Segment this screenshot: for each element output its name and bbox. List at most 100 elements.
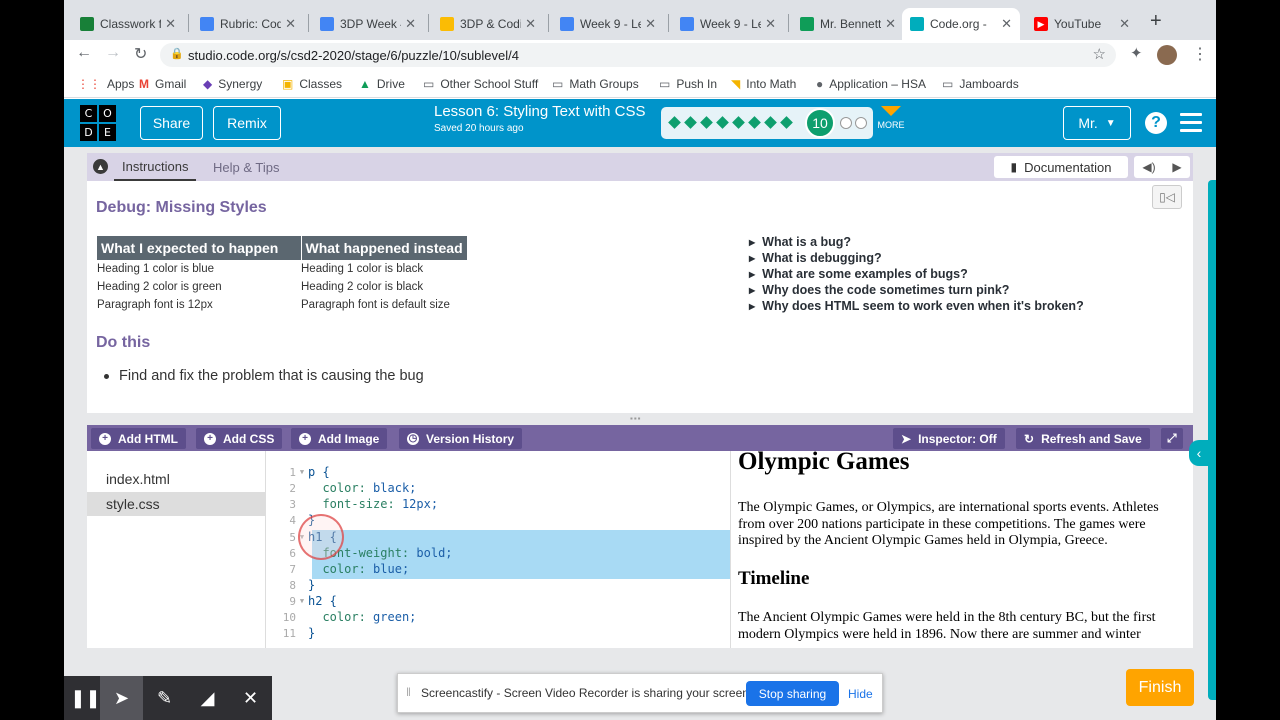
- reload-icon[interactable]: ↻: [134, 44, 147, 64]
- tab-divider: [548, 14, 549, 32]
- drag-handle-icon[interactable]: ‖: [406, 685, 411, 699]
- close-tab-icon[interactable]: ✕: [645, 16, 656, 32]
- bookmark-star-icon[interactable]: ☆: [1093, 45, 1106, 63]
- globe-icon: ●: [816, 77, 824, 91]
- close-icon[interactable]: ✕: [229, 676, 272, 720]
- browser-tab-mr-bennett[interactable]: Mr. Bennett ✕: [792, 8, 904, 40]
- resize-grip[interactable]: ▪▪▪: [630, 414, 646, 423]
- disclosure-what-is-bug[interactable]: ▶ What is a bug?: [749, 235, 851, 249]
- table-header: What I expected to happen: [97, 236, 302, 260]
- docs-icon: [320, 17, 334, 31]
- forward-icon[interactable]: →: [105, 44, 121, 62]
- disclosure-code-turns-pink[interactable]: ▶ Why does the code sometimes turn pink?: [749, 283, 1009, 297]
- browser-tab-week9-b[interactable]: Week 9 - Le ✕: [672, 8, 784, 40]
- code-line[interactable]: 6 font-weight: bold;: [266, 545, 452, 561]
- tab-help-tips[interactable]: Help & Tips: [213, 153, 279, 181]
- remix-button[interactable]: Remix: [213, 106, 281, 140]
- disclosure-examples-of-bugs[interactable]: ▶ What are some examples of bugs?: [749, 267, 968, 281]
- sidebar-edge: [1208, 180, 1216, 700]
- code-line[interactable]: 2 color: black;: [266, 480, 416, 496]
- close-tab-icon[interactable]: ✕: [1001, 16, 1012, 32]
- sidebar-toggle-icon[interactable]: ‹: [1189, 440, 1209, 466]
- version-history-button[interactable]: ◷ Version History: [399, 428, 523, 449]
- bookmark-apps[interactable]: ⋮⋮ Apps: [77, 77, 134, 91]
- browser-tab-youtube[interactable]: ▶ YouTube ✕: [1026, 8, 1138, 40]
- add-html-button[interactable]: + Add HTML: [91, 428, 186, 449]
- share-button[interactable]: Share: [140, 106, 203, 140]
- disclosure-html-works-broken[interactable]: ▶ Why does HTML seem to work even when it…: [749, 299, 1084, 313]
- new-tab-icon[interactable]: +: [1150, 10, 1162, 33]
- close-tab-icon[interactable]: ✕: [165, 16, 176, 32]
- browser-tab-rubric[interactable]: Rubric: Cod ✕: [192, 8, 304, 40]
- browser-tab-codeorg[interactable]: Code.org - ✕: [902, 8, 1020, 40]
- extensions-icon[interactable]: ✦: [1130, 44, 1143, 62]
- code-line[interactable]: 1 ▼ p {: [266, 464, 329, 480]
- bookmark-into-math[interactable]: ◥ Into Math: [731, 77, 796, 91]
- pen-icon[interactable]: ✎: [143, 676, 186, 720]
- browser-tab-week9-a[interactable]: Week 9 - Le ✕: [552, 8, 664, 40]
- address-bar[interactable]: 🔒 studio.code.org/s/csd2-2020/stage/6/puz…: [160, 43, 1116, 67]
- more-levels-button[interactable]: MORE: [876, 106, 906, 130]
- tab-instructions[interactable]: Instructions: [114, 153, 197, 181]
- browser-tab-3dp-week[interactable]: 3DP Week 4 ✕: [312, 8, 424, 40]
- close-tab-icon[interactable]: ✕: [405, 16, 416, 32]
- bookmark-jamboards[interactable]: ▭ Jamboards: [942, 77, 1019, 91]
- fold-icon[interactable]: ▼: [296, 468, 308, 476]
- level-bubble[interactable]: [855, 117, 867, 129]
- user-menu-button[interactable]: Mr. ▼: [1063, 106, 1131, 140]
- fold-icon[interactable]: ▼: [296, 597, 308, 605]
- expand-icon[interactable]: ⤢: [1161, 428, 1183, 449]
- chevron-down-icon: [881, 106, 901, 116]
- stop-sharing-button[interactable]: Stop sharing: [746, 681, 839, 706]
- bookmark-gmail[interactable]: M Gmail: [139, 77, 186, 91]
- browser-tab-3dp-coding[interactable]: 3DP & Codi ✕: [432, 8, 544, 40]
- bookmark-other-school[interactable]: ▭ Other School Stuff: [423, 77, 538, 91]
- text-to-speech-controls[interactable]: ◀) ▶: [1134, 156, 1190, 178]
- code-line[interactable]: 11}: [266, 625, 315, 641]
- documentation-button[interactable]: ▮ Documentation: [994, 156, 1128, 178]
- browser-menu-icon[interactable]: ⋮: [1192, 44, 1208, 64]
- cursor-highlight: [298, 514, 344, 560]
- codeorg-logo[interactable]: C O D E: [79, 104, 117, 142]
- code-line[interactable]: 9 ▼ h2 {: [266, 593, 337, 609]
- level-bubble[interactable]: [840, 117, 852, 129]
- file-style-css[interactable]: style.css: [87, 492, 266, 516]
- close-tab-icon[interactable]: ✕: [285, 16, 296, 32]
- close-tab-icon[interactable]: ✕: [525, 16, 536, 32]
- finish-button[interactable]: Finish: [1126, 669, 1194, 706]
- profile-avatar[interactable]: [1157, 45, 1177, 65]
- bookmark-drive[interactable]: ▲ Drive: [359, 77, 405, 91]
- close-tab-icon[interactable]: ✕: [885, 16, 896, 32]
- file-index-html[interactable]: index.html: [87, 467, 266, 491]
- code-line[interactable]: 10 color: green;: [266, 609, 417, 625]
- code-line[interactable]: 8}: [266, 577, 315, 593]
- bookmark-math-groups[interactable]: ▭ Math Groups: [552, 77, 639, 91]
- collapse-instructions-icon[interactable]: ▲: [93, 159, 108, 174]
- bookmark-synergy[interactable]: ◆ Synergy: [203, 77, 262, 91]
- hide-button[interactable]: Hide: [848, 681, 873, 706]
- bookmark-push-in[interactable]: ▭ Push In: [659, 77, 717, 91]
- close-tab-icon[interactable]: ✕: [765, 16, 776, 32]
- code-line[interactable]: 3 font-size: 12px;: [266, 496, 438, 512]
- refresh-save-button[interactable]: ↻ Refresh and Save: [1016, 428, 1150, 449]
- speaker-icon[interactable]: ◀): [1142, 160, 1155, 174]
- cursor-icon[interactable]: ➤: [100, 676, 143, 720]
- eraser-icon[interactable]: ◢: [186, 676, 229, 720]
- inspector-toggle-button[interactable]: ➤ Inspector: Off: [893, 428, 1005, 449]
- code-line[interactable]: 7 color: blue;: [266, 561, 409, 577]
- add-image-button[interactable]: + Add Image: [291, 428, 388, 449]
- hamburger-menu-icon[interactable]: [1180, 113, 1202, 133]
- back-icon[interactable]: ←: [76, 44, 92, 62]
- bookmark-classes[interactable]: ▣ Classes: [282, 77, 342, 91]
- bookmark-application-hsa[interactable]: ● Application – HSA: [816, 77, 926, 91]
- current-level-bubble[interactable]: 10: [805, 108, 835, 138]
- instructions-title: Debug: Missing Styles: [96, 199, 267, 216]
- book-icon: ▮: [1010, 160, 1018, 174]
- help-icon[interactable]: ?: [1145, 112, 1167, 134]
- play-icon[interactable]: ▶: [1172, 160, 1181, 174]
- immersive-reader-icon[interactable]: ▯◁: [1152, 185, 1182, 209]
- add-css-button[interactable]: + Add CSS: [196, 428, 283, 449]
- disclosure-what-is-debugging[interactable]: ▶ What is debugging?: [749, 251, 882, 265]
- close-tab-icon[interactable]: ✕: [1119, 16, 1130, 32]
- browser-tab-classwork[interactable]: Classwork f ✕: [72, 8, 184, 40]
